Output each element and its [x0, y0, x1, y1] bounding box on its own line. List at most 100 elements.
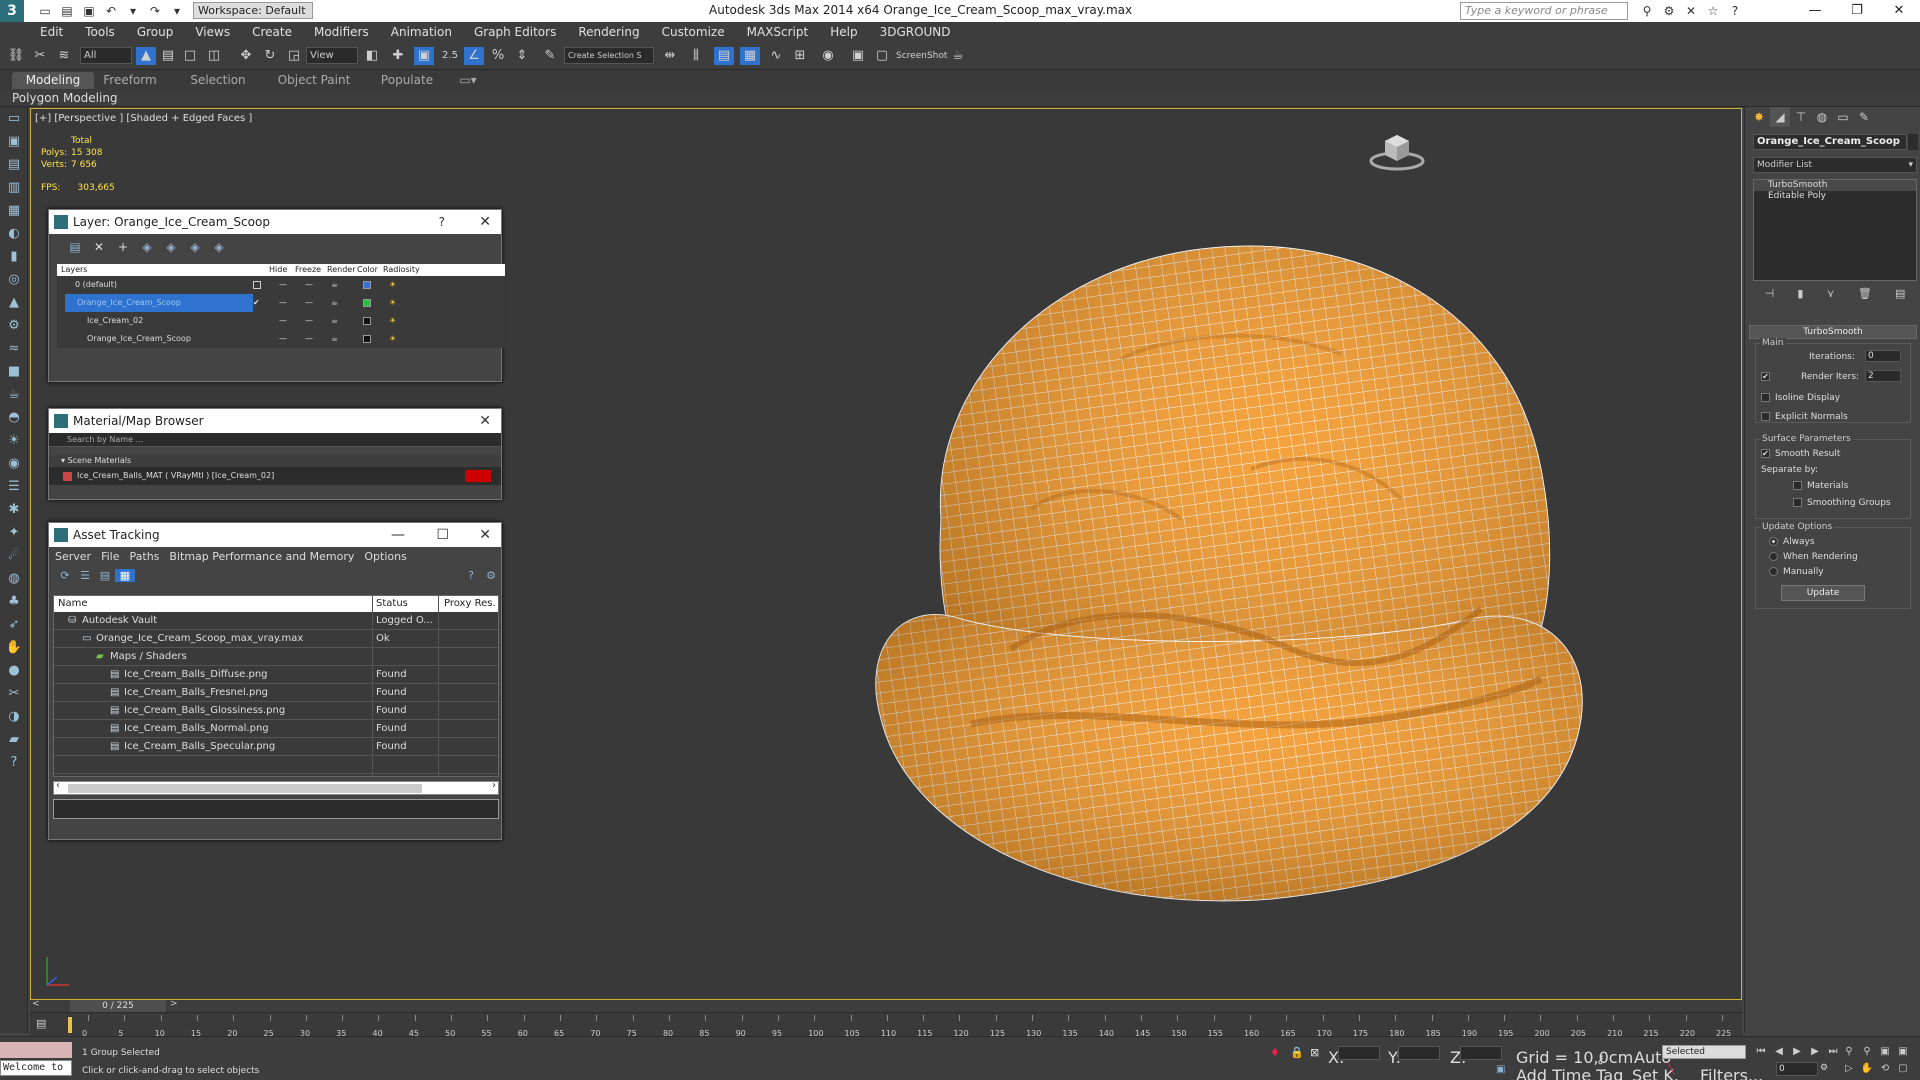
open-file-icon[interactable]: ▤ [58, 3, 76, 19]
scene-materials-group[interactable]: ▾ Scene Materials [49, 455, 501, 467]
screenshot-button[interactable]: ScreenShot [896, 47, 947, 65]
render-teapot-icon[interactable]: ☕ [331, 276, 338, 294]
ribbon-options-icon[interactable]: ▭▾ [456, 72, 480, 89]
globe-icon[interactable]: ◍ [0, 567, 28, 590]
menu-edit[interactable]: Edit [40, 25, 63, 39]
sun-icon[interactable]: ☀ [0, 429, 28, 452]
menu-maxscript[interactable]: MAXScript [747, 25, 809, 39]
hide-toggle[interactable]: — [279, 312, 287, 330]
menu-group[interactable]: Group [137, 25, 174, 39]
active-layer-checkbox[interactable] [253, 281, 261, 289]
workspace-dropdown[interactable]: Workspace: Default ▾ [193, 2, 313, 32]
asset-row[interactable]: ⛁ Autodesk Vault Logged O... [54, 612, 498, 630]
refresh-icon[interactable]: ⟳ [55, 569, 75, 582]
active-layer-check-icon[interactable]: ✔ [253, 294, 260, 312]
particles-icon[interactable]: ✱ [0, 498, 28, 521]
viewport-icon[interactable]: ▭ [0, 107, 28, 130]
modify-tab-icon[interactable]: ◢ [1770, 107, 1790, 127]
manually-radio[interactable] [1769, 567, 1778, 576]
ref-coord-dropdown[interactable]: View [306, 47, 358, 64]
material-item[interactable]: Ice_Cream_Balls_MAT ( VRayMtl ) [Ice_Cre… [49, 467, 501, 485]
radiosity-icon[interactable]: ☀ [389, 312, 396, 330]
snaps-toggle-icon[interactable]: 2.5 [440, 47, 460, 65]
dropdown-arrow-icon[interactable]: ▾ [124, 3, 142, 19]
edit-named-selection-icon[interactable]: ✎ [540, 47, 560, 65]
freeze-toggle[interactable]: — [305, 294, 313, 312]
hand-icon[interactable]: ✋ [0, 636, 28, 659]
maxscript-input[interactable]: Welcome to [0, 1060, 72, 1076]
motion-tab-icon[interactable]: ◍ [1812, 107, 1832, 127]
spinner-snap-icon[interactable]: ⇕ [512, 47, 532, 65]
col-color[interactable]: Color [357, 264, 378, 276]
help-icon[interactable]: ? [1724, 2, 1746, 20]
iterations-spinner[interactable]: 0 [1865, 350, 1901, 362]
stack-item-editable-poly[interactable]: Editable Poly [1754, 191, 1916, 202]
y-coord-field[interactable] [1398, 1046, 1440, 1060]
menu-3dground[interactable]: 3DGROUND [880, 25, 951, 39]
restore-icon[interactable]: ❐ [1836, 0, 1878, 22]
scroll-left-icon[interactable]: ‹ [56, 780, 60, 791]
highlight-layer-icon[interactable]: ◈ [159, 240, 183, 254]
col-layers[interactable]: Layers [61, 264, 87, 276]
material-browser-header[interactable]: Material/Map Browser ✕ [49, 409, 501, 433]
selection-filter-dropdown[interactable]: All [80, 47, 132, 64]
bind-spacewarp-icon[interactable]: ≋ [54, 47, 74, 65]
object-name[interactable]: Ice_Cream_02 [87, 312, 143, 330]
go-to-start-icon[interactable]: ⏮ [1752, 1046, 1770, 1057]
play-icon[interactable]: ▶ [1788, 1046, 1806, 1057]
col-hide[interactable]: Hide [269, 264, 287, 276]
close-icon[interactable]: ✕ [479, 523, 491, 547]
col-status[interactable]: Status [376, 596, 408, 612]
menu-views[interactable]: Views [195, 25, 230, 39]
sphere-icon[interactable]: ◐ [0, 222, 28, 245]
layer-dialog-header[interactable]: Layer: Orange_Ice_Cream_Scoop ? ✕ [49, 210, 501, 234]
close-icon[interactable]: ✕ [479, 409, 491, 433]
object-color-swatch[interactable] [1908, 134, 1918, 150]
selection-lock-icon[interactable]: 🔒 [1290, 1046, 1304, 1059]
viewcube-icon[interactable] [1369, 131, 1425, 171]
layer-color-swatch[interactable] [363, 317, 371, 325]
scroll-right-icon[interactable]: › [492, 780, 496, 791]
menu-graph-editors[interactable]: Graph Editors [474, 25, 556, 39]
window-crossing-icon[interactable]: ◫ [204, 47, 224, 65]
render-teapot-icon[interactable]: ☕ [331, 294, 338, 312]
favorites-star-icon[interactable]: ☆ [1702, 2, 1724, 20]
scrollbar-thumb[interactable] [68, 784, 422, 793]
viewport-label[interactable]: [+] [Perspective ] [Shaded + Edged Faces… [35, 113, 252, 124]
x-coord-field[interactable] [1338, 1046, 1380, 1060]
mirror-icon[interactable]: ⇹ [660, 47, 680, 65]
freeze-toggle[interactable]: — [305, 312, 313, 330]
current-frame-field[interactable]: 0 [1776, 1062, 1818, 1076]
tree-icon[interactable]: ♣ [0, 590, 28, 613]
col-render[interactable]: Render [327, 264, 355, 276]
key-filter-dropdown[interactable]: Selected [1662, 1045, 1746, 1059]
material-search-input[interactable]: Search by Name ... [49, 433, 501, 447]
zoom-all-icon[interactable]: ⚲ [1858, 1046, 1876, 1057]
menu-bitmap-performance[interactable]: Bitmap Performance and Memory [169, 550, 354, 563]
smoothing-groups-checkbox[interactable] [1793, 498, 1802, 507]
menu-customize[interactable]: Customize [662, 25, 725, 39]
materials-checkbox[interactable] [1793, 481, 1802, 490]
menu-server[interactable]: Server [55, 550, 91, 563]
time-config-icon[interactable]: ⚙ [1820, 1063, 1828, 1073]
rendered-frame-window-icon[interactable]: ▢ [872, 47, 892, 65]
asset-row[interactable]: ▤ Ice_Cream_Balls_Glossiness.png Found [54, 702, 498, 720]
lines-icon[interactable]: ☰ [0, 475, 28, 498]
mini-curve-editor-icon[interactable]: ▤ [36, 1017, 46, 1030]
layer-name[interactable]: Orange_Ice_Cream_Scoop [65, 294, 253, 312]
freeze-toggle[interactable]: — [305, 330, 313, 348]
render-teapot-icon[interactable]: ☕ [331, 312, 338, 330]
close-icon[interactable]: ✕ [1878, 0, 1920, 22]
maxscript-listener-mini[interactable] [0, 1042, 72, 1058]
plane-icon[interactable]: ▥ [0, 176, 28, 199]
freeze-all-layers-icon[interactable]: ◈ [207, 240, 231, 254]
display-tab-icon[interactable]: ▭ [1833, 107, 1853, 127]
zoom-icon[interactable]: ⚲ [1840, 1046, 1858, 1057]
col-radiosity[interactable]: Radiosity [383, 264, 420, 276]
track-bar[interactable]: ▤ 0 5 10 15 20 25 30 35 40 45 50 55 60 65 70 75 80 85 90 95… [30, 1012, 1742, 1038]
render-iters-spinner[interactable]: 2 [1865, 370, 1901, 382]
layer-color-swatch[interactable] [363, 335, 371, 343]
pin-stack-icon[interactable]: ⊣ [1765, 287, 1775, 303]
help-icon[interactable]: ? [439, 210, 445, 234]
hide-all-layers-icon[interactable]: ◈ [183, 240, 207, 254]
